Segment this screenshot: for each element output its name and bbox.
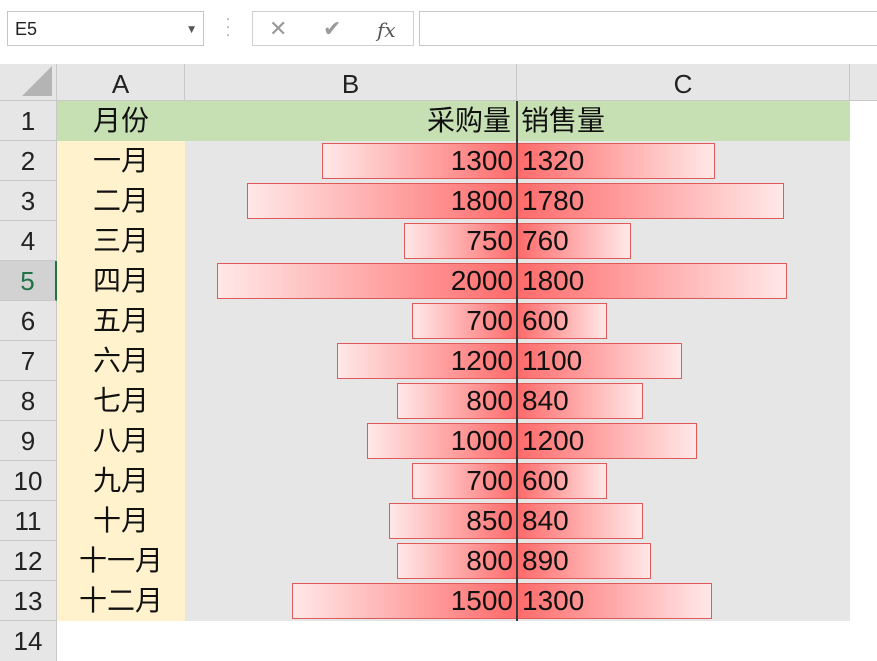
purchase-value: 750 [466, 225, 513, 256]
month-cell[interactable]: 十月 [57, 501, 185, 541]
purchase-value: 700 [466, 305, 513, 336]
header-cell-month[interactable]: 月份 [57, 101, 185, 141]
sales-value: 890 [522, 545, 569, 576]
formula-bar: E5 ▼ · · · ✕ ✔ fx [0, 0, 877, 64]
column-header-d[interactable] [850, 64, 877, 101]
purchase-value: 2000 [450, 265, 513, 296]
column-header-a[interactable]: A [57, 64, 185, 101]
sales-value: 1320 [522, 145, 585, 176]
purchase-value: 1000 [450, 425, 513, 456]
purchase-value: 800 [466, 545, 513, 576]
month-cell[interactable]: 三月 [57, 221, 185, 261]
month-cell[interactable]: 四月 [57, 261, 185, 301]
header-cell-sales[interactable]: 销售量 [517, 101, 850, 141]
header-cell-purchase[interactable]: 采购量 [185, 101, 517, 141]
row-header[interactable]: 10 [0, 461, 57, 501]
select-all-button[interactable] [0, 64, 57, 101]
confirm-icon[interactable]: ✔ [323, 17, 341, 42]
row-header[interactable]: 9 [0, 421, 57, 461]
month-cell[interactable]: 五月 [57, 301, 185, 341]
month-cell[interactable]: 一月 [57, 141, 185, 181]
bar-axis-line [516, 101, 518, 621]
month-cell[interactable]: 十一月 [57, 541, 185, 581]
sales-value: 600 [522, 465, 569, 496]
month-cell[interactable]: 二月 [57, 181, 185, 221]
more-vertical-icon[interactable]: · · · [224, 13, 232, 43]
purchase-value: 800 [466, 385, 513, 416]
formula-input[interactable] [419, 11, 877, 46]
purchase-value: 1500 [450, 585, 513, 616]
sales-value: 1300 [522, 585, 585, 616]
formula-buttons: ✕ ✔ fx [252, 11, 414, 46]
purchase-value: 1200 [450, 345, 513, 376]
row-header[interactable]: 12 [0, 541, 57, 581]
chevron-down-icon[interactable]: ▼ [188, 25, 195, 35]
sales-value: 840 [522, 385, 569, 416]
row-header[interactable]: 2 [0, 141, 57, 181]
purchase-value: 850 [466, 505, 513, 536]
month-cell[interactable]: 九月 [57, 461, 185, 501]
sales-value: 600 [522, 305, 569, 336]
row-header[interactable]: 5 [0, 261, 57, 301]
row-header[interactable]: 6 [0, 301, 57, 341]
sales-value: 760 [522, 225, 569, 256]
sales-value: 1800 [522, 265, 585, 296]
row-header[interactable]: 11 [0, 501, 57, 541]
sales-value: 840 [522, 505, 569, 536]
row-header[interactable]: 7 [0, 341, 57, 381]
name-box-value: E5 [15, 19, 38, 39]
row-header[interactable]: 14 [0, 621, 57, 661]
cancel-icon[interactable]: ✕ [269, 17, 287, 42]
insert-function-icon[interactable]: fx [377, 18, 396, 42]
spreadsheet-grid: A B C 1 月份 采购量 销售量 2 一月 1300 1320 3 二月 1800 178… [0, 64, 877, 661]
row-header[interactable]: 4 [0, 221, 57, 261]
sales-value: 1100 [522, 345, 583, 376]
select-all-triangle-icon [22, 66, 52, 96]
month-cell[interactable]: 七月 [57, 381, 185, 421]
purchase-value: 1300 [450, 145, 513, 176]
month-cell[interactable]: 八月 [57, 421, 185, 461]
sales-value: 1200 [522, 425, 585, 456]
row-header[interactable]: 3 [0, 181, 57, 221]
row-header[interactable]: 8 [0, 381, 57, 421]
month-cell[interactable]: 十二月 [57, 581, 185, 621]
month-cell[interactable]: 六月 [57, 341, 185, 381]
row-header[interactable]: 1 [0, 101, 57, 141]
sales-value: 1780 [522, 185, 585, 216]
purchase-value: 1800 [450, 185, 513, 216]
column-header-c[interactable]: C [517, 64, 850, 101]
purchase-value: 700 [466, 465, 513, 496]
row-header[interactable]: 13 [0, 581, 57, 621]
name-box[interactable]: E5 ▼ [7, 11, 204, 46]
column-header-b[interactable]: B [185, 64, 517, 101]
